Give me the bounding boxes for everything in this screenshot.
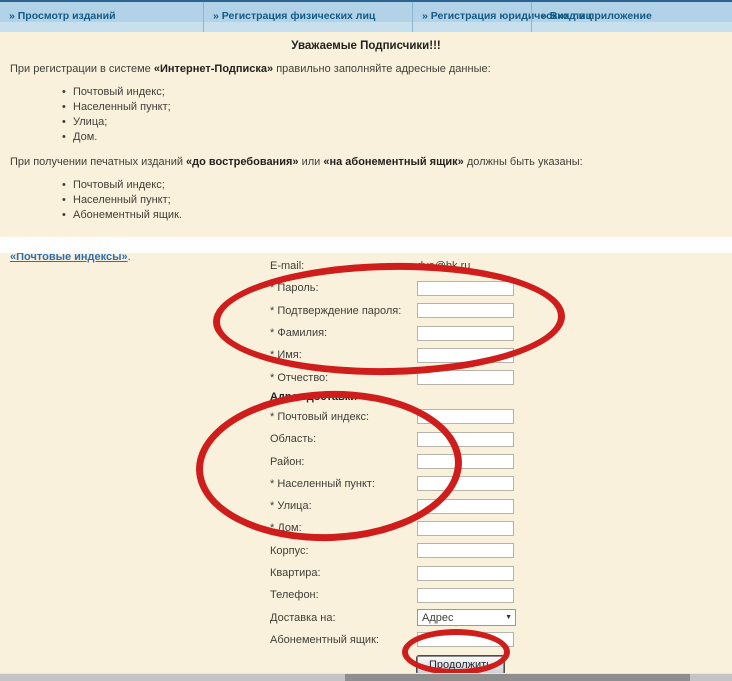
- form-row: * Почтовый индекс:: [270, 406, 600, 428]
- text-input[interactable]: [417, 432, 514, 447]
- nav-item-label: » Просмотр изданий: [9, 10, 116, 22]
- text-input[interactable]: [417, 281, 514, 296]
- field-label: * Дом:: [270, 522, 417, 534]
- list-item: Почтовый индекс;: [62, 178, 732, 193]
- field-label: Телефон:: [270, 589, 417, 601]
- list-item: Населенный пункт;: [62, 193, 732, 208]
- text-input[interactable]: [417, 588, 514, 603]
- paragraph-text: При получении печатных изданий: [10, 156, 186, 168]
- text-input[interactable]: [417, 454, 514, 469]
- field-label: * Пароль:: [270, 282, 417, 294]
- list-item: Почтовый индекс;: [62, 85, 732, 100]
- field-label: Квартира:: [270, 567, 417, 579]
- text-input[interactable]: [417, 476, 514, 491]
- navbar: » Просмотр изданий » Регистрация физичес…: [0, 2, 732, 32]
- text-input[interactable]: [417, 543, 514, 558]
- field-label: Область:: [270, 433, 417, 445]
- notice-section: Уважаемые Подписчики!!! При регистрации …: [0, 32, 732, 237]
- address-fields: * Почтовый индекс: Область: Район: * Нас…: [270, 406, 600, 607]
- delivery-selected-value: Адрес: [422, 612, 454, 624]
- form-row: * Фамилия:: [270, 322, 600, 344]
- notice-list-1: Почтовый индекс; Населенный пункт; Улица…: [0, 85, 732, 145]
- form-row: * Отчество:: [270, 366, 600, 388]
- paragraph-bold: «на абонементный ящик»: [323, 156, 463, 168]
- form-row: * Имя:: [270, 344, 600, 366]
- account-fields: * Пароль: * Подтверждение пароля: * Фами…: [270, 277, 600, 388]
- delivery-label: Доставка на:: [270, 612, 417, 624]
- text-input[interactable]: [417, 303, 514, 318]
- form-row: Область:: [270, 428, 600, 450]
- nav-item-label: » Вход в приложение: [541, 10, 652, 22]
- field-label: * Отчество:: [270, 372, 417, 384]
- list-item: Населенный пункт;: [62, 100, 732, 115]
- notice-paragraph-2: При получении печатных изданий «до востр…: [10, 155, 732, 169]
- text-input[interactable]: [417, 521, 514, 536]
- nav-item[interactable]: » Регистрация физических лиц: [203, 2, 412, 32]
- form-row: Район:: [270, 450, 600, 472]
- notice-paragraph-1: При регистрации в системе «Интернет-Подп…: [10, 62, 732, 76]
- text-input[interactable]: [417, 348, 514, 363]
- form-row: Квартира:: [270, 562, 600, 584]
- paragraph-bold: «Интернет-Подписка»: [154, 63, 273, 75]
- page: » Просмотр изданий » Регистрация физичес…: [0, 0, 732, 680]
- text-input[interactable]: [417, 326, 514, 341]
- email-row: E-mail: dva@bk.ru: [270, 255, 600, 277]
- field-label: Район:: [270, 456, 417, 468]
- field-label: * Почтовый индекс:: [270, 411, 417, 423]
- continue-button[interactable]: Продолжить: [417, 656, 504, 674]
- address-section-heading: Адрес доставки: [270, 389, 600, 406]
- form-row: * Дом:: [270, 517, 600, 539]
- list-item: Абонементный ящик.: [62, 208, 732, 223]
- form-row: * Улица:: [270, 495, 600, 517]
- list-item: Дом.: [62, 130, 732, 145]
- paragraph-text: или: [299, 156, 324, 168]
- field-label: * Населенный пункт:: [270, 478, 417, 490]
- text-input[interactable]: [417, 566, 514, 581]
- nav-item[interactable]: » Регистрация юридических лиц: [412, 2, 531, 32]
- email-label: E-mail:: [270, 260, 417, 272]
- field-label: Корпус:: [270, 545, 417, 557]
- nav-item[interactable]: » Просмотр изданий: [0, 2, 203, 32]
- paragraph-text: правильно заполняйте адресные данные:: [273, 63, 491, 75]
- notice-list-2: Почтовый индекс; Населенный пункт; Абоне…: [0, 178, 732, 223]
- list-item: Улица;: [62, 115, 732, 130]
- section-divider: [0, 237, 732, 253]
- nav-item-label: » Регистрация физических лиц: [213, 10, 375, 22]
- abonement-row: Абонементный ящик:: [270, 629, 600, 651]
- paragraph-bold: «до востребования»: [186, 156, 298, 168]
- form-row: * Подтверждение пароля:: [270, 300, 600, 322]
- form-row: Корпус:: [270, 540, 600, 562]
- registration-form: E-mail: dva@bk.ru * Пароль: * Подтвержде…: [270, 255, 600, 677]
- email-value: dva@bk.ru: [417, 260, 470, 272]
- form-row: * Населенный пункт:: [270, 473, 600, 495]
- abonement-label: Абонементный ящик:: [270, 634, 417, 646]
- delivery-select[interactable]: Адрес ▼: [417, 609, 516, 626]
- notice-title: Уважаемые Подписчики!!!: [0, 40, 732, 52]
- field-label: * Улица:: [270, 500, 417, 512]
- nav-item[interactable]: » Вход в приложение: [531, 2, 652, 32]
- abonement-input[interactable]: [417, 632, 514, 647]
- text-input[interactable]: [417, 499, 514, 514]
- text-input[interactable]: [417, 370, 514, 385]
- text-input[interactable]: [417, 409, 514, 424]
- delivery-row: Доставка на: Адрес ▼: [270, 606, 600, 628]
- field-label: * Имя:: [270, 349, 417, 361]
- field-label: * Фамилия:: [270, 327, 417, 339]
- field-label: * Подтверждение пароля:: [270, 305, 417, 317]
- paragraph-text: должны быть указаны:: [464, 156, 583, 168]
- form-row: * Пароль:: [270, 277, 600, 299]
- paragraph-text: При регистрации в системе: [10, 63, 154, 75]
- form-row: Телефон:: [270, 584, 600, 606]
- chevron-down-icon: ▼: [505, 614, 512, 621]
